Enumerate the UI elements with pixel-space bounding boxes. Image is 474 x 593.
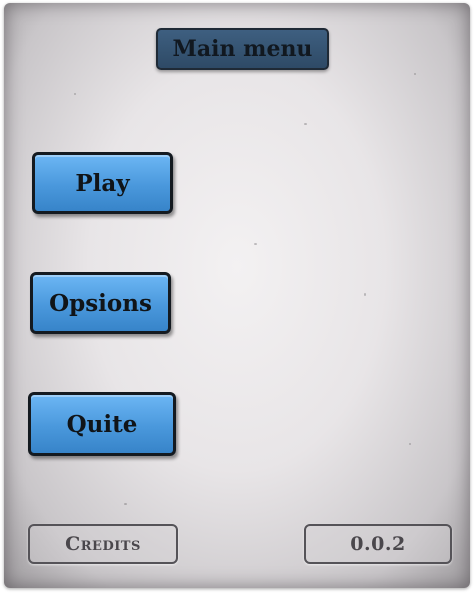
quit-button[interactable]: Quite [28,392,176,456]
play-button[interactable]: Play [32,152,173,214]
paper-speck [364,293,366,296]
version-label: 0.0.2 [304,524,452,564]
paper-speck [414,73,416,75]
paper-speck [124,503,127,505]
main-menu-title: Main menu [156,28,329,70]
credits-button[interactable]: Credits [28,524,178,564]
paper-speck [74,93,76,95]
paper-speck [409,443,411,445]
paper-speck [254,243,257,245]
options-button[interactable]: Opsions [30,272,171,334]
paper-speck [304,123,307,125]
